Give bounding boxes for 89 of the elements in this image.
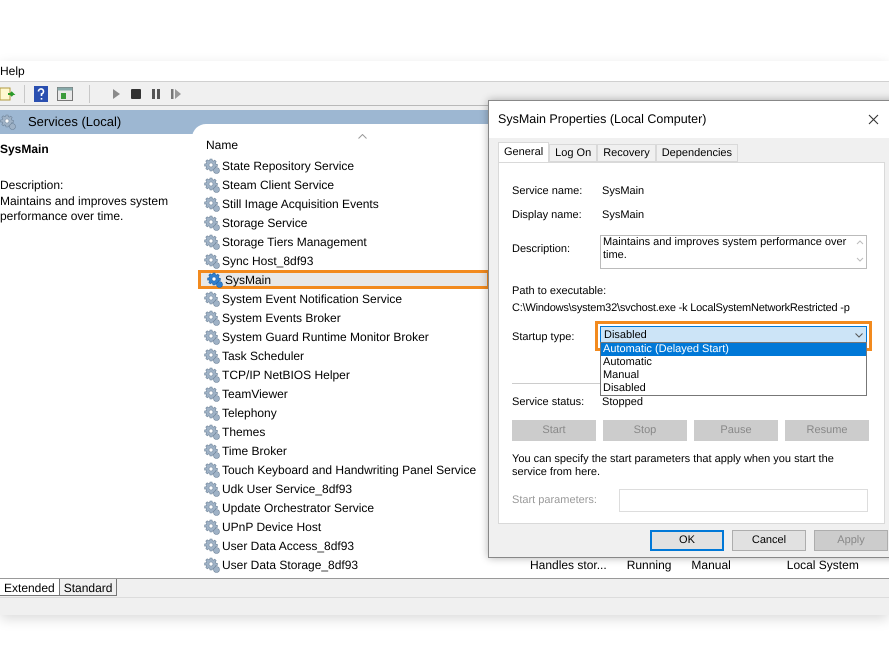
service-row[interactable]: Touch Keyboard and Handwriting Panel Service — [198, 460, 490, 479]
field-label: Startup type: — [512, 330, 576, 345]
close-icon[interactable] — [868, 114, 879, 125]
field-label: Description: — [512, 242, 572, 257]
gear-icon — [204, 196, 220, 212]
table-cell-text: Handles stor... — [530, 556, 607, 574]
gear-icon — [204, 328, 220, 344]
gear-icon — [204, 214, 220, 230]
service-row[interactable]: Themes — [198, 422, 490, 441]
service-name: SysMain — [0, 141, 50, 158]
chevron-down-icon — [855, 333, 863, 338]
service-row[interactable]: System Guard Runtime Monitor Broker — [198, 327, 490, 346]
gear-icon — [204, 310, 220, 326]
field-label: Start parameters: — [512, 493, 598, 508]
field-value: SysMain — [602, 208, 644, 223]
field-label: Display name: — [512, 208, 583, 223]
dropdown-option[interactable]: Disabled — [601, 382, 866, 395]
gear-icon — [204, 480, 220, 496]
service-row[interactable]: Task Scheduler — [198, 346, 490, 365]
play-icon[interactable] — [110, 88, 122, 100]
service-row[interactable]: Sync Host_8df93 — [198, 251, 490, 270]
gear-icon — [204, 556, 220, 572]
gear-icon — [204, 424, 220, 440]
gear-icon — [204, 500, 220, 516]
service-row[interactable]: Update Orchestrator Service — [198, 498, 490, 517]
description-box[interactable]: Maintains and improves system performance over time. — [600, 235, 867, 269]
field-label: Service status: — [512, 394, 586, 410]
service-row[interactable]: System Event Notification Service — [198, 289, 490, 308]
dropdown-option[interactable]: Automatic (Delayed Start) — [601, 343, 866, 356]
dialog-button[interactable]: OK — [650, 530, 724, 551]
export-list-icon[interactable] — [0, 86, 16, 102]
start-parameters-note: You can specify the start parameters that apply when you start the service from here. — [512, 453, 835, 479]
service-row[interactable]: TCP/IP NetBIOS Helper — [198, 365, 490, 384]
menu-item[interactable]: Help — [0, 62, 25, 80]
resume-icon[interactable] — [170, 88, 182, 100]
service-row[interactable]: TeamViewer — [198, 384, 490, 403]
view-tab[interactable]: Extended — [0, 579, 60, 596]
service-row[interactable]: Storage Service — [198, 213, 490, 232]
service-row[interactable]: Time Broker — [198, 441, 490, 460]
gear-icon — [204, 348, 220, 364]
dialog-tab[interactable]: Recovery — [597, 144, 656, 162]
dialog-button[interactable]: Cancel — [732, 530, 806, 551]
service-row[interactable]: Still Image Acquisition Events — [198, 194, 490, 213]
gear-icon — [204, 538, 220, 554]
service-row[interactable]: Telephony — [198, 403, 490, 422]
stop-icon[interactable] — [130, 88, 142, 100]
table-cell-text: Running — [626, 556, 672, 574]
dialog-title: SysMain Properties (Local Computer) — [498, 111, 706, 128]
gear-icon — [204, 442, 220, 458]
sort-ascending-icon — [358, 134, 367, 139]
dialog-tab[interactable]: Log On — [549, 144, 598, 162]
gear-icon — [207, 272, 223, 288]
console-header-title: Services (Local) — [28, 113, 122, 132]
gear-icon — [204, 158, 220, 174]
help-icon[interactable] — [33, 86, 49, 102]
table-cell-text: Local System — [786, 556, 859, 574]
field-value: SysMain — [602, 184, 644, 199]
gear-icon — [204, 234, 220, 250]
view-tab[interactable]: Standard — [60, 579, 118, 596]
service-row[interactable]: SysMain — [198, 270, 490, 289]
service-row[interactable]: Steam Client Service — [198, 175, 490, 194]
table-cell-text: Manual — [691, 556, 731, 574]
gear-icon — [204, 462, 220, 478]
column-header[interactable]: Name — [206, 136, 238, 156]
path-label: Path to executable: — [512, 284, 608, 299]
gear-icon — [204, 252, 220, 268]
gear-icon — [204, 366, 220, 382]
field-label: Service name: — [512, 184, 584, 199]
gear-icon — [204, 176, 220, 192]
status-value: Stopped — [602, 394, 643, 410]
service-row[interactable]: Storage Tiers Management — [198, 232, 490, 251]
path-value: C:\Windows\system32\svchost.exe -k LocalSystemNetworkRestricted -p — [512, 300, 851, 316]
description-text: Maintains and improves system performance over time. — [0, 194, 170, 224]
service-row[interactable]: User Data Access_8df93 — [198, 536, 490, 555]
dropdown-option[interactable]: Automatic — [601, 356, 866, 369]
gear-icon — [204, 386, 220, 402]
service-row[interactable]: Udk User Service_8df93 — [198, 479, 490, 498]
dropdown-option[interactable]: Manual — [601, 369, 866, 382]
description-label: Description: — [0, 177, 64, 194]
service-row[interactable]: UPnP Device Host — [198, 517, 490, 536]
gear-icon — [204, 290, 220, 306]
dialog-tab[interactable]: Dependencies — [656, 144, 738, 162]
gear-icon — [204, 404, 220, 420]
service-row[interactable]: System Events Broker — [198, 308, 490, 327]
gear-icon — [204, 518, 220, 534]
pause-icon[interactable] — [150, 88, 162, 100]
console-window-icon[interactable] — [57, 86, 73, 102]
dialog-tab[interactable]: General — [498, 142, 550, 162]
service-row[interactable]: State Repository Service — [198, 156, 490, 175]
